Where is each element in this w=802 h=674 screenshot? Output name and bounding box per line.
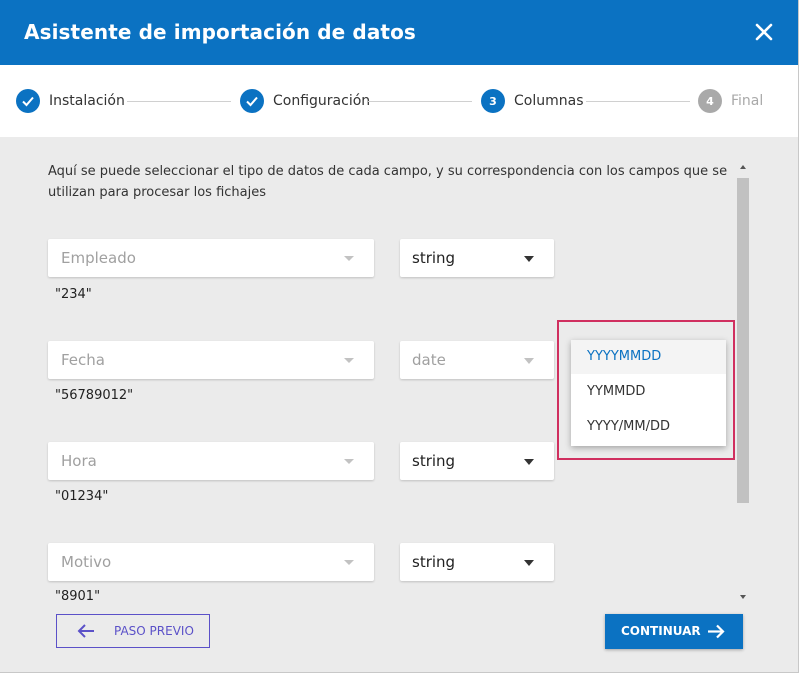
type-value: string [412, 452, 456, 470]
type-value: string [412, 553, 456, 571]
step-connector [586, 101, 690, 102]
continue-label: CONTINUAR [621, 624, 701, 638]
chevron-down-icon [524, 256, 534, 262]
type-select-empleado[interactable]: string [400, 239, 554, 277]
previous-step-button[interactable]: PASO PREVIO [56, 614, 210, 648]
field-placeholder: Fecha [61, 351, 105, 369]
check-icon [16, 89, 40, 113]
step-instalacion: Instalación [16, 89, 125, 113]
import-wizard-dialog: Asistente de importación de datos Instal… [0, 0, 799, 673]
step-configuracion: Configuración [240, 89, 370, 113]
menu-option-yyyy-mm-dd[interactable]: YYYY/MM/DD [571, 410, 726, 444]
option-label: YYYY/MM/DD [587, 419, 670, 434]
field-placeholder: Hora [61, 452, 97, 470]
type-value: date [412, 351, 446, 369]
sample-value: "234" [55, 287, 92, 302]
step-label: Columnas [514, 93, 584, 109]
arrow-right-icon [708, 624, 725, 639]
step-label: Configuración [273, 93, 371, 109]
chevron-down-icon [524, 459, 534, 465]
continue-button[interactable]: CONTINUAR [605, 614, 743, 649]
close-icon[interactable] [752, 20, 776, 44]
chevron-down-icon [344, 459, 354, 464]
type-select-hora[interactable]: string [400, 442, 554, 480]
wizard-stepper: Instalación Configuración 3 Columnas 4 F… [0, 65, 798, 137]
field-placeholder: Empleado [61, 249, 136, 267]
check-icon [240, 89, 264, 113]
step-label: Instalación [49, 93, 125, 109]
chevron-down-icon [344, 358, 354, 363]
arrow-left-icon [77, 624, 94, 638]
field-select-fecha[interactable]: Fecha [48, 341, 374, 379]
scrollbar-thumb[interactable] [737, 178, 749, 503]
chevron-down-icon [524, 560, 534, 566]
field-select-motivo[interactable]: Motivo [48, 543, 374, 581]
scroll-up-arrow-icon[interactable] [740, 165, 746, 169]
step-number: 4 [698, 89, 722, 113]
type-value: string [412, 249, 456, 267]
type-select-motivo[interactable]: string [400, 543, 554, 581]
chevron-down-icon [344, 560, 354, 565]
chevron-down-icon [344, 256, 354, 261]
sample-value: "8901" [55, 589, 101, 604]
scrollbar[interactable] [736, 161, 750, 607]
type-select-fecha[interactable]: date [400, 341, 554, 379]
field-placeholder: Motivo [61, 553, 112, 571]
description-text: Aquí se puede seleccionar el tipo de dat… [48, 164, 728, 200]
step-label: Final [731, 93, 764, 109]
content-area: Aquí se puede seleccionar el tipo de dat… [0, 137, 798, 672]
step-number: 3 [481, 89, 505, 113]
dialog-header: Asistente de importación de datos [0, 0, 798, 65]
menu-option-yymmdd[interactable]: YYMMDD [571, 375, 726, 409]
option-label: YYMMDD [587, 384, 646, 399]
step-connector [127, 101, 231, 102]
sample-value: "56789012" [55, 388, 134, 403]
step-connector [368, 101, 472, 102]
step-final: 4 Final [698, 89, 763, 113]
scroll-down-arrow-icon[interactable] [740, 595, 746, 599]
dialog-title: Asistente de importación de datos [24, 20, 416, 44]
chevron-down-icon [524, 358, 534, 364]
option-label: YYYYMMDD [587, 349, 662, 364]
menu-option-yyyymmdd[interactable]: YYYYMMDD [571, 340, 726, 374]
sample-value: "01234" [55, 489, 109, 504]
previous-step-label: PASO PREVIO [114, 624, 194, 638]
date-format-menu: YYYYMMDD YYMMDD YYYY/MM/DD [571, 340, 726, 446]
field-select-empleado[interactable]: Empleado [48, 239, 374, 277]
step-columnas: 3 Columnas [481, 89, 584, 113]
field-select-hora[interactable]: Hora [48, 442, 374, 480]
